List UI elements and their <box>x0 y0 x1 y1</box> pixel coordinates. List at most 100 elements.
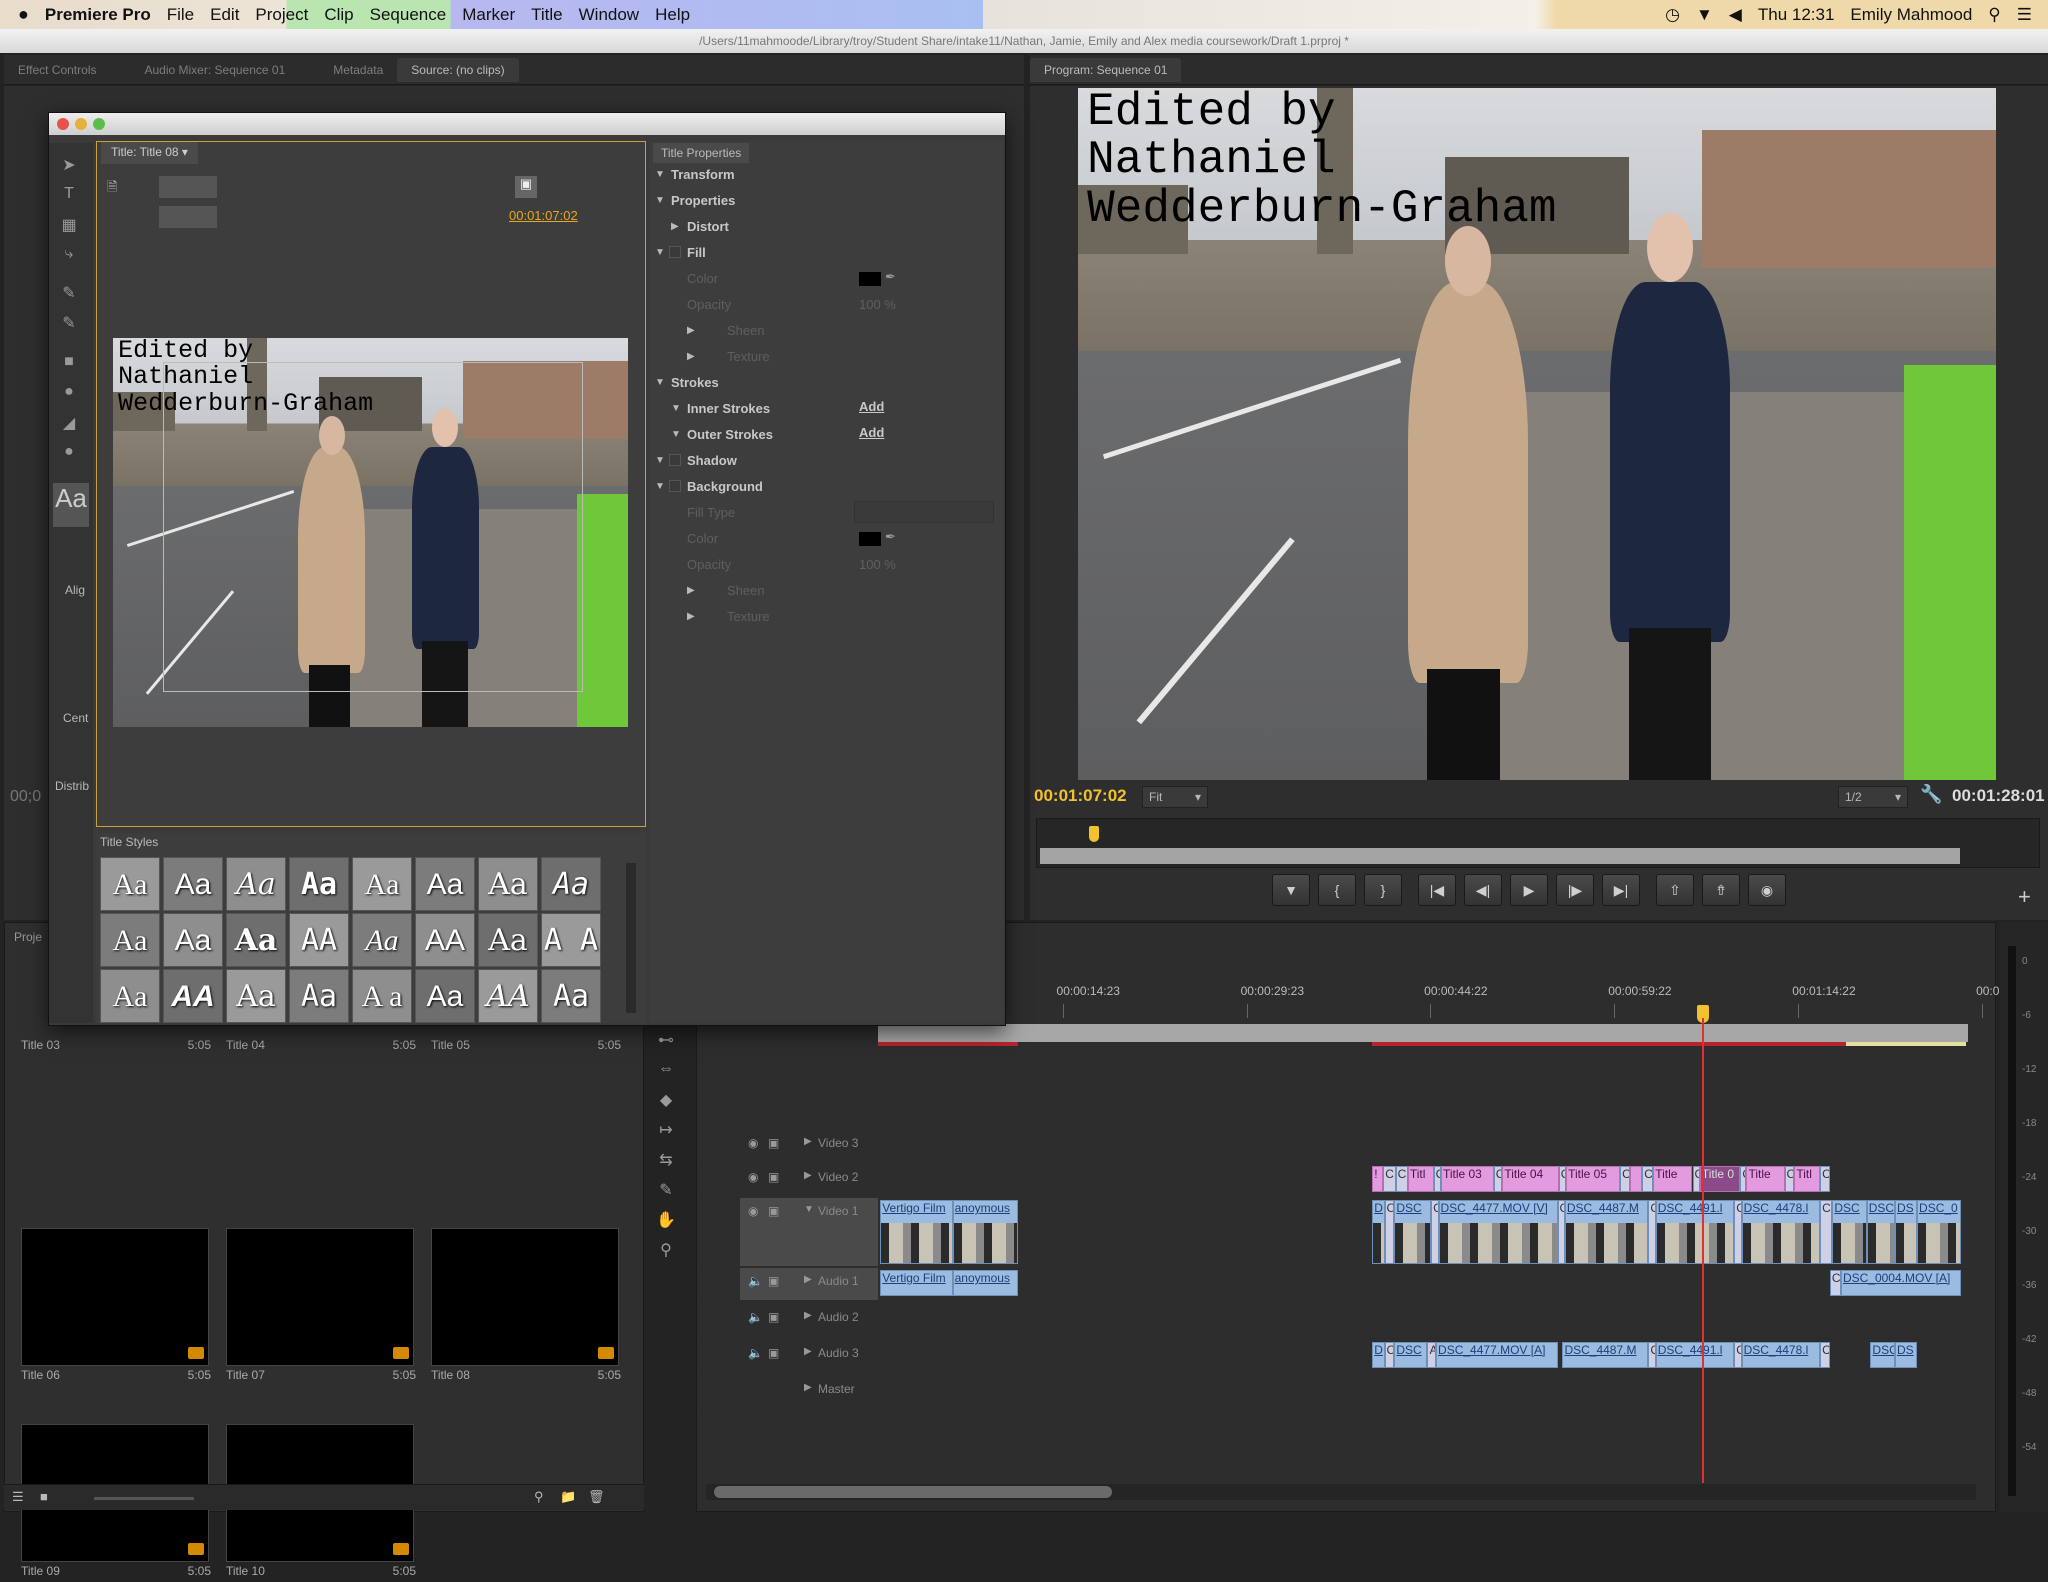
property-value[interactable]: 100 % <box>859 557 896 572</box>
title-style-swatch[interactable]: A A <box>541 913 601 967</box>
clip[interactable]: DSC_4478.l <box>1741 1200 1821 1264</box>
triangle-down-icon[interactable]: ▼ <box>655 169 665 180</box>
tab-audio-mixer[interactable]: Audio Mixer: Sequence 01 <box>130 63 299 77</box>
menu-sequence[interactable]: Sequence <box>370 5 447 25</box>
button-step-back[interactable]: ◀| <box>1464 874 1502 906</box>
slip-tool-icon[interactable]: ↦ <box>654 1120 678 1142</box>
clip[interactable]: Title 03 <box>1440 1166 1494 1192</box>
selection-tool-icon[interactable]: ➤ <box>57 155 81 177</box>
clip[interactable]: DSC_4477.MOV [V] <box>1438 1200 1558 1264</box>
clip[interactable]: Titl <box>1794 1166 1821 1192</box>
button-marker[interactable]: ▼ <box>1272 874 1310 906</box>
title-style-swatch[interactable]: Aa <box>541 857 601 911</box>
button-go-to-out[interactable]: ▶| <box>1602 874 1640 906</box>
button-mark-in[interactable]: { <box>1318 874 1356 906</box>
spotlight-icon[interactable]: ⚲ <box>1988 5 2000 25</box>
triangle-down-icon[interactable]: ▼ <box>655 247 665 258</box>
type-tool-icon[interactable]: T <box>57 185 81 207</box>
lock-toggle-icon[interactable]: ▣ <box>768 1170 779 1184</box>
clip[interactable]: C <box>1642 1166 1654 1192</box>
clip[interactable]: DSC <box>1832 1200 1867 1264</box>
arc-tool-icon[interactable]: ● <box>57 443 81 465</box>
zoom-window-button[interactable] <box>93 118 105 130</box>
add-button-icon[interactable]: + <box>2018 884 2031 910</box>
clip[interactable]: C <box>1648 1342 1656 1368</box>
clip[interactable]: C <box>1557 1200 1565 1264</box>
track-select-tool-icon[interactable]: ⊷ <box>654 1030 678 1052</box>
project-item[interactable]: Title 07 5:05 <box>226 1196 416 1386</box>
triangle-right-icon[interactable]: ▶ <box>687 325 695 336</box>
pen-tool-icon[interactable]: ✎ <box>57 283 81 305</box>
lock-toggle-icon[interactable]: ▣ <box>768 1346 779 1360</box>
expand-track-icon[interactable]: ▶ <box>804 1170 812 1181</box>
title-style-swatch[interactable]: Aa <box>478 913 538 967</box>
menu-clip[interactable]: Clip <box>324 5 353 25</box>
titler-window-titlebar[interactable] <box>49 113 1005 135</box>
clip[interactable]: DSC <box>1870 1342 1895 1368</box>
clip[interactable]: C <box>1820 1166 1830 1192</box>
triangle-down-icon[interactable]: ▼ <box>655 481 665 492</box>
lock-toggle-icon[interactable]: ▣ <box>768 1204 779 1218</box>
menu-marker[interactable]: Marker <box>462 5 515 25</box>
title-style-swatch[interactable]: Aa <box>100 857 160 911</box>
property-value[interactable]: 100 % <box>859 297 896 312</box>
apple-icon[interactable]: ● <box>18 4 29 25</box>
title-style-swatch[interactable]: Aa <box>163 913 223 967</box>
menu-help[interactable]: Help <box>655 5 690 25</box>
title-style-swatch[interactable]: Aa <box>100 969 160 1023</box>
clip[interactable]: DSC_4491.l <box>1655 1342 1735 1368</box>
title-style-swatch[interactable]: Aa <box>289 969 349 1023</box>
clip[interactable]: C <box>1820 1200 1833 1264</box>
project-item[interactable]: Title 03 5:05 <box>21 1000 211 1190</box>
clip[interactable]: DSC <box>1394 1200 1432 1264</box>
clip[interactable]: C <box>1648 1200 1656 1264</box>
time-machine-icon[interactable]: ◷ <box>1665 5 1680 25</box>
button-step-forward[interactable]: |▶ <box>1556 874 1594 906</box>
timeline-scrollbar-thumb[interactable] <box>714 1486 1112 1498</box>
checkbox[interactable] <box>669 246 681 258</box>
clip[interactable]: C <box>1784 1166 1795 1192</box>
title-style-swatch[interactable]: Aa <box>226 857 286 911</box>
clip[interactable]: C <box>1820 1342 1830 1368</box>
checkbox[interactable] <box>669 454 681 466</box>
button-export-frame[interactable]: ◉ <box>1748 874 1786 906</box>
clip[interactable]: Title 05 <box>1566 1166 1621 1192</box>
razor-tool-icon[interactable]: ◆ <box>654 1090 678 1112</box>
clip[interactable]: C <box>1734 1200 1742 1264</box>
triangle-down-icon[interactable]: ▼ <box>655 377 665 388</box>
pen-tool-icon[interactable]: ✎ <box>654 1180 678 1202</box>
thumbnail-size-slider[interactable] <box>94 1497 194 1500</box>
clip[interactable]: C <box>1558 1166 1567 1192</box>
menu-window[interactable]: Window <box>579 5 639 25</box>
clip[interactable]: DSC_0004.MOV [A] <box>1840 1270 1962 1296</box>
program-zoom-select[interactable]: Fit ▾ <box>1142 786 1208 808</box>
clip[interactable]: Title 04 <box>1502 1166 1559 1192</box>
font-family-field[interactable] <box>159 176 217 198</box>
clip[interactable]: Vertigo Film <box>880 1200 953 1264</box>
tab-project[interactable]: Proje <box>14 930 42 944</box>
volume-icon[interactable]: ◀ <box>1729 5 1742 25</box>
tab-source[interactable]: Source: (no clips) <box>397 57 519 82</box>
clip[interactable]: DSC_4487.M <box>1564 1200 1649 1264</box>
clip[interactable]: DSC_4487.M <box>1562 1342 1649 1368</box>
tab-title-styles[interactable]: Title Styles <box>100 835 158 849</box>
title-style-swatch[interactable]: Aa <box>478 857 538 911</box>
clip[interactable]: C <box>1829 1270 1841 1296</box>
button-lift[interactable]: ⇧ <box>1656 874 1694 906</box>
expand-track-icon[interactable]: ▼ <box>804 1204 814 1215</box>
show-background-video-icon[interactable]: ▣ <box>515 176 537 198</box>
lock-toggle-icon[interactable]: ▣ <box>768 1274 779 1288</box>
clip[interactable]: D <box>1372 1200 1385 1264</box>
tab-effect-controls[interactable]: Effect Controls <box>4 63 110 77</box>
clip[interactable]: Title 0 <box>1699 1166 1741 1192</box>
clip[interactable]: DSC_4477.MOV [A] <box>1436 1342 1558 1368</box>
wrench-icon[interactable]: 🔧 <box>1920 784 1942 805</box>
menu-file[interactable]: File <box>167 5 194 25</box>
rectangle-tool-icon[interactable]: ■ <box>57 353 81 375</box>
menu-edit[interactable]: Edit <box>210 5 239 25</box>
clip[interactable]: Title <box>1746 1166 1785 1192</box>
button-play[interactable]: ▶ <box>1510 874 1548 906</box>
program-playhead[interactable] <box>1089 826 1100 842</box>
clip[interactable]: DS <box>1894 1342 1918 1368</box>
clip[interactable] <box>1629 1166 1643 1192</box>
